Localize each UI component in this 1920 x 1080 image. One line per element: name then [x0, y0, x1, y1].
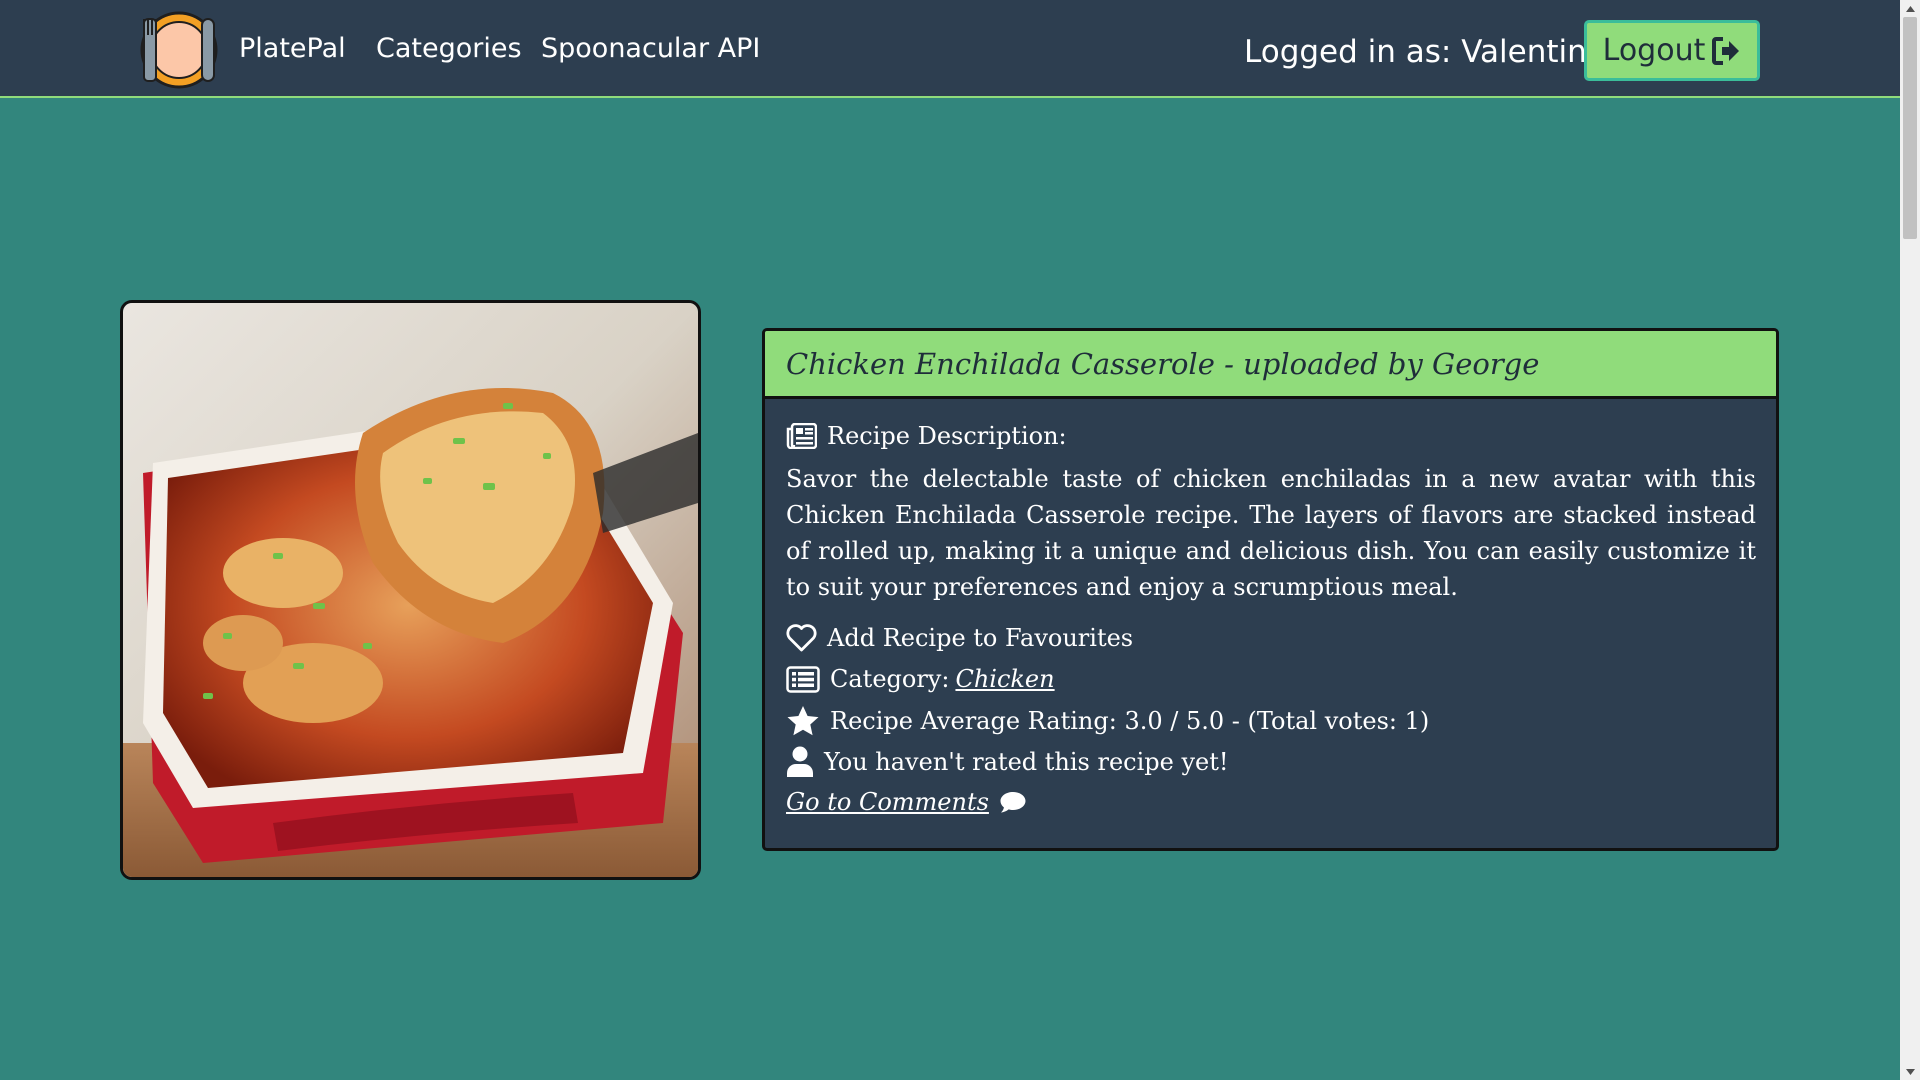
logout-button[interactable]: Logout	[1584, 20, 1760, 81]
recipe-image	[120, 300, 701, 880]
nav-spoonacular-link[interactable]: Spoonacular API	[541, 30, 760, 68]
user-icon	[787, 746, 813, 777]
user-rating-row: You haven't rated this recipe yet!	[786, 743, 1756, 781]
star-icon	[787, 706, 819, 736]
logout-label: Logout	[1602, 33, 1706, 68]
average-rating-text: Recipe Average Rating: 3.0 / 5.0 - (Tota…	[830, 707, 1430, 735]
scroll-down-icon[interactable]	[1900, 1063, 1920, 1080]
comment-icon[interactable]	[999, 790, 1027, 814]
recipe-description: Savor the delectable taste of chicken en…	[786, 465, 1756, 601]
user-rating-text: You haven't rated this recipe yet!	[824, 748, 1229, 776]
category-row: Category: Chicken	[786, 660, 1756, 698]
scroll-up-icon[interactable]	[1900, 0, 1920, 17]
sign-out-icon	[1712, 36, 1740, 65]
favourite-label: Add Recipe to Favourites	[827, 624, 1134, 652]
page-scrollbar[interactable]	[1900, 0, 1920, 1080]
newspaper-icon	[786, 423, 817, 449]
comments-row: Go to Comments	[786, 784, 1756, 820]
category-label: Category:	[830, 665, 950, 693]
scroll-thumb[interactable]	[1903, 17, 1917, 239]
list-icon	[786, 665, 820, 693]
go-to-comments-link[interactable]: Go to Comments	[786, 788, 989, 816]
logged-in-status: Logged in as: Valentin	[1244, 34, 1587, 70]
recipe-details-card: Chicken Enchilada Casserole - uploaded b…	[762, 328, 1779, 851]
heart-outline-icon	[786, 624, 817, 652]
recipe-title: Chicken Enchilada Casserole - uploaded b…	[765, 331, 1776, 399]
platepal-logo-icon[interactable]	[138, 9, 220, 91]
nav-brand-link[interactable]: PlatePal	[239, 30, 346, 68]
recipe-card-body: Recipe Description: Savor the delectable…	[765, 399, 1776, 820]
casserole-photo	[123, 303, 698, 877]
add-to-favourites-button[interactable]: Add Recipe to Favourites	[786, 619, 1756, 657]
description-heading-row: Recipe Description:	[786, 417, 1756, 455]
category-link[interactable]: Chicken	[955, 665, 1054, 693]
top-navbar: PlatePal Categories Spoonacular API Logg…	[0, 0, 1900, 98]
description-heading: Recipe Description:	[827, 422, 1067, 450]
nav-categories-link[interactable]: Categories	[376, 30, 522, 68]
rating-row: Recipe Average Rating: 3.0 / 5.0 - (Tota…	[786, 702, 1756, 740]
